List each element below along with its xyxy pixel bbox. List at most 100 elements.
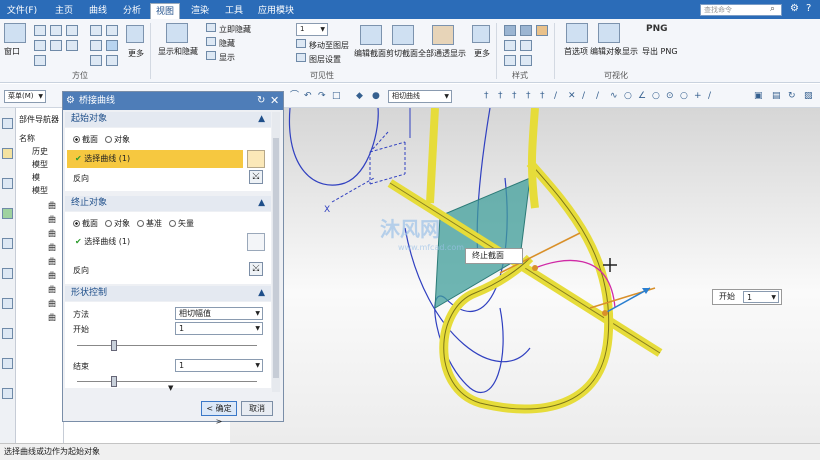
dialog-scrollbar[interactable] <box>272 112 280 392</box>
show-label[interactable]: 显示 <box>219 52 235 63</box>
blue-curve[interactable] <box>288 107 379 186</box>
snap-center-icon[interactable]: ○ <box>652 92 661 101</box>
hide-icon[interactable] <box>206 37 216 46</box>
scrollbar-thumb[interactable] <box>273 138 279 378</box>
tab-applications[interactable]: 应用模块 <box>254 3 298 19</box>
view-toolbar-icon[interactable]: ▧ <box>804 92 813 101</box>
end-value-input[interactable]: 1 ▼ <box>175 359 263 372</box>
rotate-icon[interactable] <box>90 40 102 51</box>
column-header-name[interactable]: 名称 <box>19 133 35 144</box>
shaded-edges-icon[interactable] <box>520 25 532 36</box>
view-orient-icon[interactable] <box>66 40 78 51</box>
tree-node[interactable]: 模型 <box>32 159 48 170</box>
snap-point-icon[interactable]: † <box>498 92 507 101</box>
cancel-button[interactable]: 取消 <box>241 401 273 416</box>
end-radio-vector[interactable]: 矢量 <box>169 218 194 229</box>
tab-curve[interactable]: 曲线 <box>84 3 112 19</box>
view-orient-icon[interactable] <box>34 25 46 36</box>
preferences-icon[interactable] <box>566 23 588 43</box>
redo-icon[interactable]: ↷ <box>318 92 327 101</box>
snap-face-icon[interactable]: ∕ <box>708 92 717 101</box>
tree-node[interactable]: 历史 <box>32 146 48 157</box>
view-icon[interactable]: ◆ <box>356 92 365 101</box>
tree-node[interactable]: 模型 <box>32 185 48 196</box>
assembly-navigator-icon[interactable] <box>2 148 13 159</box>
expand-more-icon[interactable]: ▼ <box>168 384 173 392</box>
view-orient-icon[interactable] <box>66 25 78 36</box>
snap-point-icon[interactable]: † <box>526 92 535 101</box>
clip-section-icon[interactable] <box>392 25 414 45</box>
immediate-hide-icon[interactable] <box>206 23 216 32</box>
start-point-handle[interactable] <box>602 310 608 316</box>
layer-select[interactable]: 1 ▼ <box>296 23 328 36</box>
move-to-layer-label[interactable]: 移动至图层 <box>309 40 349 51</box>
hide-label[interactable]: 隐藏 <box>219 38 235 49</box>
reuse-library-icon[interactable] <box>2 208 13 219</box>
snap-point-on-icon[interactable]: ⊙ <box>666 92 675 101</box>
search-icon[interactable]: ⌕ <box>770 4 782 16</box>
reverse-direction-icon[interactable]: ⤩ <box>249 262 263 276</box>
start-value-callout[interactable]: 开始 1 ▼ <box>712 289 782 305</box>
start-slider-thumb[interactable] <box>111 340 117 351</box>
edit-object-display-icon[interactable] <box>598 23 620 43</box>
window-icon[interactable] <box>4 23 26 43</box>
png-icon[interactable]: PNG <box>646 24 668 34</box>
edit-section-icon[interactable] <box>360 25 382 45</box>
view-orient-icon[interactable] <box>34 40 46 51</box>
start-value-input[interactable]: 1 ▼ <box>175 322 263 335</box>
gear-icon[interactable]: ⚙ <box>66 95 75 106</box>
tab-home[interactable]: 主页 <box>50 3 78 19</box>
tree-node[interactable]: 曲 <box>48 228 56 239</box>
more-label-2[interactable]: 更多 <box>474 48 490 59</box>
hidden-line-icon[interactable] <box>520 40 532 51</box>
snap-curve-icon[interactable]: + <box>694 92 703 101</box>
shape-control-header[interactable]: 形状控制 ▲ <box>65 286 271 301</box>
layer-settings-label[interactable]: 图层设置 <box>309 54 341 65</box>
end-select-curve[interactable]: ✔ 选择曲线 (1) <box>67 233 243 251</box>
show-hide-icon[interactable] <box>166 23 188 43</box>
constraint-navigator-icon[interactable] <box>2 178 13 189</box>
ok-button[interactable]: < 确定 > <box>201 401 237 426</box>
settings-icon[interactable]: ⚙ <box>790 3 799 14</box>
view-orient-icon[interactable] <box>50 40 62 51</box>
refresh-icon[interactable] <box>90 55 102 66</box>
snap-icon[interactable]: ⌒ <box>290 92 299 101</box>
edit-object-display-label[interactable]: 编辑对象显示 <box>590 46 638 57</box>
snap-intersect-icon[interactable]: ∕ <box>596 92 605 101</box>
tab-render[interactable]: 渲染 <box>186 3 214 19</box>
snap-mid-icon[interactable]: ✕ <box>568 92 577 101</box>
view-orient-icon[interactable] <box>50 25 62 36</box>
tab-analysis[interactable]: 分析 <box>118 3 146 19</box>
show-hide-label[interactable]: 显示和隐藏 <box>158 46 198 57</box>
export-png-label[interactable]: 导出 PNG <box>642 46 678 57</box>
tree-node[interactable]: 曲 <box>48 214 56 225</box>
more-label[interactable]: 更多 <box>128 48 144 59</box>
close-icon[interactable]: ✕ <box>270 94 279 107</box>
preferences-label[interactable]: 首选项 <box>564 46 588 57</box>
tree-node[interactable]: 曲 <box>48 242 56 253</box>
tree-node[interactable]: 曲 <box>48 270 56 281</box>
snap-quadrant-icon[interactable]: ∠ <box>638 92 647 101</box>
selection-icon[interactable] <box>2 388 13 399</box>
end-radio-datum[interactable]: 基准 <box>137 218 162 229</box>
view-orient-icon[interactable] <box>34 55 46 66</box>
show-all-transparent-label[interactable]: 全部通透显示 <box>418 48 466 59</box>
pan-icon[interactable] <box>106 25 118 36</box>
web-browser-icon[interactable] <box>2 238 13 249</box>
tab-file[interactable]: 文件(F) <box>2 3 42 19</box>
end-slider-thumb[interactable] <box>111 376 117 387</box>
tab-tools[interactable]: 工具 <box>220 3 248 19</box>
model-canvas[interactable]: X 沐风网 www.mfcad.com <box>230 107 820 443</box>
graphics-viewport[interactable]: X 沐风网 www.mfcad.com <box>230 107 820 443</box>
zoom-icon[interactable] <box>90 25 102 36</box>
more-icon[interactable] <box>472 25 490 43</box>
end-point-handle[interactable] <box>532 265 538 271</box>
curve-select-icon[interactable] <box>247 150 265 168</box>
clip-section-label[interactable]: 剪切截面 <box>386 48 418 59</box>
face-analysis-icon[interactable] <box>520 55 532 66</box>
tab-view[interactable]: 视图 <box>150 3 180 19</box>
reset-icon[interactable]: ↻ <box>257 95 265 106</box>
snap-end-icon[interactable]: ∕ <box>554 92 563 101</box>
reverse-direction-icon[interactable]: ⤩ <box>249 170 263 184</box>
menu-button[interactable]: 菜单(M) ▼ <box>4 90 46 103</box>
